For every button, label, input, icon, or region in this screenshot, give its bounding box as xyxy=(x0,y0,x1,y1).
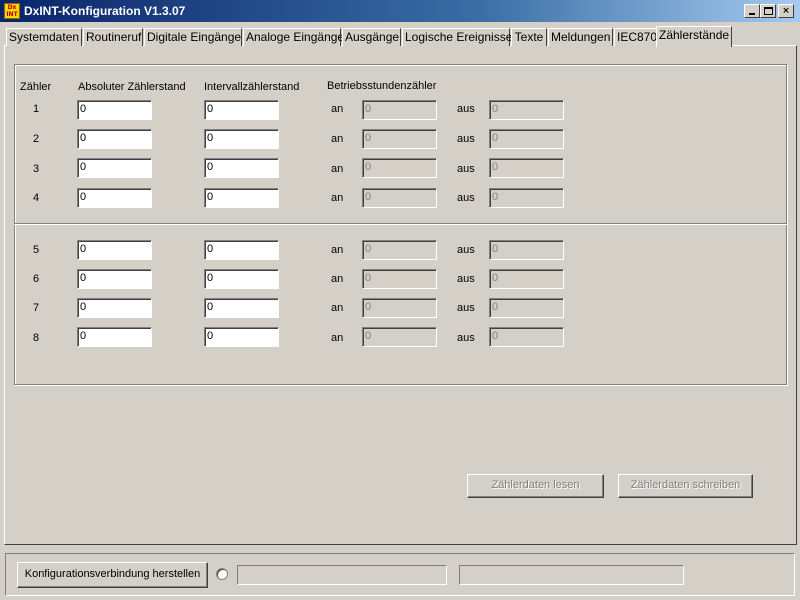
on-label: an xyxy=(331,302,344,314)
maximize-button[interactable] xyxy=(760,4,776,18)
window-title: DxINT-Konfiguration V1.3.07 xyxy=(24,4,186,18)
hours-on-field: 0 xyxy=(362,100,437,120)
minimize-icon xyxy=(749,13,755,15)
row-number: 1 xyxy=(33,103,40,115)
row-number: 8 xyxy=(33,332,40,344)
off-label: aus xyxy=(457,133,475,145)
absolute-counter-field[interactable]: 0 xyxy=(77,158,152,178)
hours-off-field: 0 xyxy=(489,240,564,260)
tab-texte[interactable]: Texte xyxy=(511,28,547,46)
close-icon: × xyxy=(782,6,790,16)
minimize-button[interactable] xyxy=(744,4,760,18)
absolute-counter-field[interactable]: 0 xyxy=(77,327,152,347)
off-label: aus xyxy=(457,163,475,175)
row-number: 4 xyxy=(33,192,40,204)
row-number: 5 xyxy=(33,244,40,256)
tab-analoge-eingaenge[interactable]: Analoge Eingänge xyxy=(243,28,344,46)
off-label: aus xyxy=(457,192,475,204)
row-number: 3 xyxy=(33,163,40,175)
interval-counter-field[interactable]: 0 xyxy=(204,129,279,149)
tab-zaehlerstaende[interactable]: Zählerstände xyxy=(656,26,732,47)
hours-on-field: 0 xyxy=(362,188,437,208)
absolute-counter-field[interactable]: 0 xyxy=(77,188,152,208)
hours-off-field: 0 xyxy=(489,188,564,208)
row-number: 7 xyxy=(33,302,40,314)
hours-off-field: 0 xyxy=(489,129,564,149)
on-label: an xyxy=(331,133,344,145)
header-absolute: Absoluter Zählerstand xyxy=(78,81,186,93)
status-field-2 xyxy=(459,565,684,585)
tab-meldungen[interactable]: Meldungen xyxy=(548,28,613,46)
tab-digitale-eingaenge[interactable]: Digitale Eingänge xyxy=(144,28,242,46)
tab-logische-ereignisse[interactable]: Logische Ereignisse xyxy=(402,28,512,46)
hours-on-field: 0 xyxy=(362,298,437,318)
interval-counter-field[interactable]: 0 xyxy=(204,158,279,178)
app-logo-icon: Dx INT xyxy=(4,3,20,19)
tab-ausgaenge[interactable]: Ausgänge xyxy=(342,28,401,46)
absolute-counter-field[interactable]: 0 xyxy=(77,129,152,149)
interval-counter-field[interactable]: 0 xyxy=(204,298,279,318)
absolute-counter-field[interactable]: 0 xyxy=(77,240,152,260)
hours-off-field: 0 xyxy=(489,269,564,289)
header-counter: Zähler xyxy=(20,81,52,93)
absolute-counter-field[interactable]: 0 xyxy=(77,100,152,120)
close-button[interactable]: × xyxy=(778,4,794,18)
interval-counter-field[interactable]: 0 xyxy=(204,188,279,208)
hours-off-field: 0 xyxy=(489,298,564,318)
off-label: aus xyxy=(457,302,475,314)
tab-iec870[interactable]: IEC870 xyxy=(614,28,660,46)
off-label: aus xyxy=(457,332,475,344)
off-label: aus xyxy=(457,103,475,115)
hours-on-field: 0 xyxy=(362,240,437,260)
tab-systemdaten[interactable]: Systemdaten xyxy=(6,28,82,46)
hours-off-field: 0 xyxy=(489,158,564,178)
absolute-counter-field[interactable]: 0 xyxy=(77,298,152,318)
on-label: an xyxy=(331,273,344,285)
absolute-counter-field[interactable]: 0 xyxy=(77,269,152,289)
hours-off-field: 0 xyxy=(489,100,564,120)
on-label: an xyxy=(331,103,344,115)
tab-routineruf[interactable]: Routineruf xyxy=(83,28,143,46)
row-number: 2 xyxy=(33,133,40,145)
app-logo-text-top: Dx xyxy=(7,4,17,11)
off-label: aus xyxy=(457,273,475,285)
hours-on-field: 0 xyxy=(362,327,437,347)
on-label: an xyxy=(331,163,344,175)
read-counter-data-button[interactable]: Zählerdaten lesen xyxy=(467,474,604,498)
app-logo-text-bottom: INT xyxy=(6,11,18,18)
status-field-1 xyxy=(237,565,447,585)
hours-on-field: 0 xyxy=(362,129,437,149)
interval-counter-field[interactable]: 0 xyxy=(204,240,279,260)
title-bar[interactable]: Dx INT DxINT-Konfiguration V1.3.07 × xyxy=(0,0,800,22)
on-label: an xyxy=(331,332,344,344)
header-interval: Intervallzählerstand xyxy=(204,81,300,93)
interval-counter-field[interactable]: 0 xyxy=(204,327,279,347)
hours-off-field: 0 xyxy=(489,327,564,347)
hours-on-field: 0 xyxy=(362,158,437,178)
interval-counter-field[interactable]: 0 xyxy=(204,269,279,289)
connection-status-radio[interactable] xyxy=(216,568,228,580)
main-window: Dx INT DxINT-Konfiguration V1.3.07 × Sys… xyxy=(0,0,800,600)
interval-counter-field[interactable]: 0 xyxy=(204,100,279,120)
maximize-icon xyxy=(764,7,773,15)
row-number: 6 xyxy=(33,273,40,285)
on-label: an xyxy=(331,192,344,204)
hours-on-field: 0 xyxy=(362,269,437,289)
header-operating-hours: Betriebsstundenzähler xyxy=(327,80,437,92)
off-label: aus xyxy=(457,244,475,256)
connect-button[interactable]: Konfigurationsverbindung herstellen xyxy=(17,562,208,588)
write-counter-data-button[interactable]: Zählerdaten schreiben xyxy=(618,474,753,498)
group-divider xyxy=(14,223,787,225)
on-label: an xyxy=(331,244,344,256)
